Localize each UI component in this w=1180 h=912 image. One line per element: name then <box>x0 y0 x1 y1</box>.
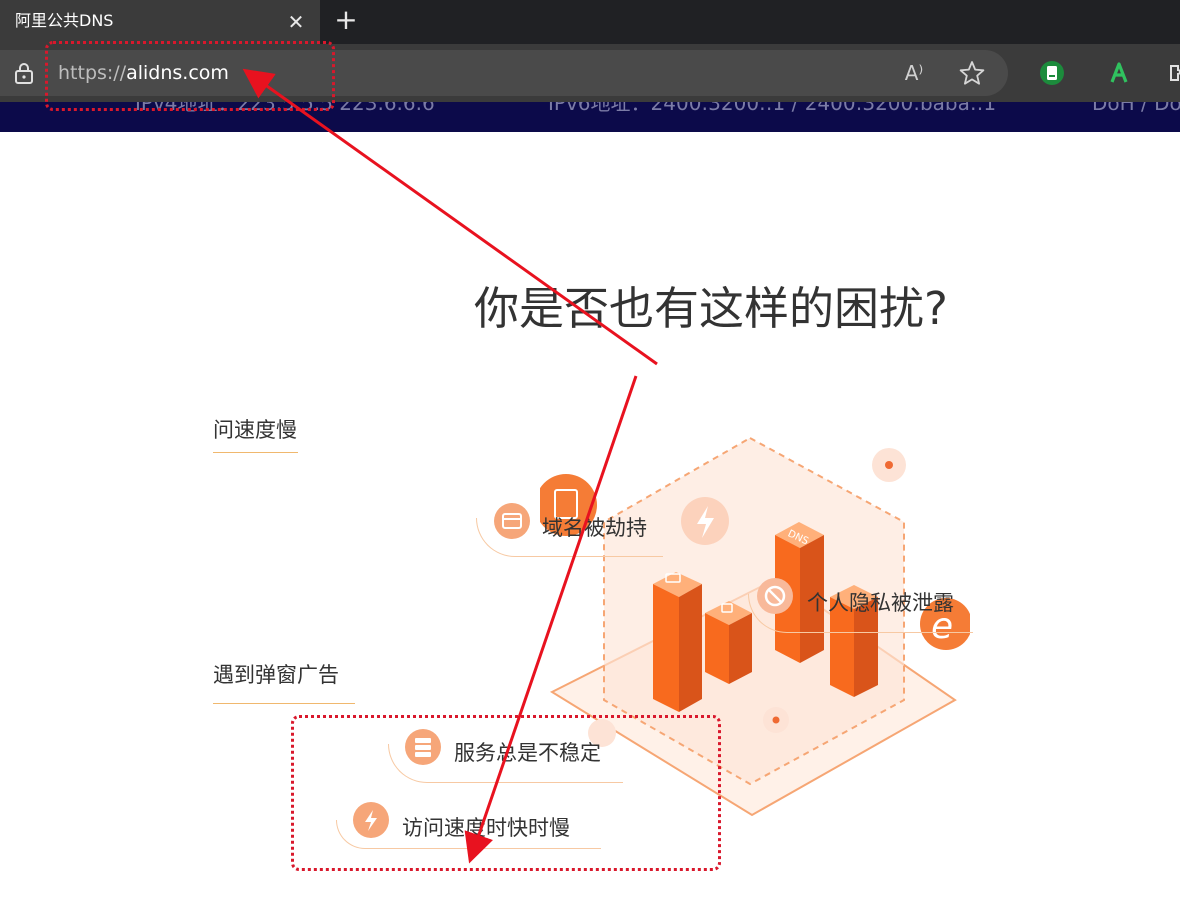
issue-privacy-leak: 个人隐私被泄露 <box>807 591 954 615</box>
tab-close-icon[interactable]: ✕ <box>283 9 309 35</box>
lock-icon[interactable] <box>14 62 34 84</box>
forbidden-icon <box>757 578 793 614</box>
extension-sheet-icon[interactable] <box>1039 60 1065 86</box>
star-icon[interactable] <box>958 59 986 87</box>
read-aloud-icon[interactable]: A⁾ <box>900 60 928 86</box>
tab-title: 阿里公共DNS <box>15 11 114 30</box>
ipv6-address-text: IPv6地址：2400:3200::1 / 2400:3200:baba::1 <box>548 102 997 115</box>
issues-highlight-box <box>291 715 721 871</box>
doh-dot-text: DoH / DoT <box>1092 102 1180 115</box>
browser-window-icon <box>494 503 530 539</box>
issue-domain-hijack: 域名被劫持 <box>542 516 647 540</box>
side-label-popup-ads: 遇到弹窗广告 <box>213 663 339 687</box>
side-label-slow-access: 问速度慢 <box>213 418 297 442</box>
section-title: 你是否也有这样的困扰? <box>474 282 948 335</box>
side-label-underline <box>213 703 355 704</box>
url-highlight-box <box>45 41 335 111</box>
side-label-underline <box>213 452 298 453</box>
extensions-puzzle-icon[interactable] <box>1168 62 1180 84</box>
new-tab-button[interactable]: + <box>332 6 360 34</box>
extension-a-icon[interactable] <box>1106 60 1132 86</box>
